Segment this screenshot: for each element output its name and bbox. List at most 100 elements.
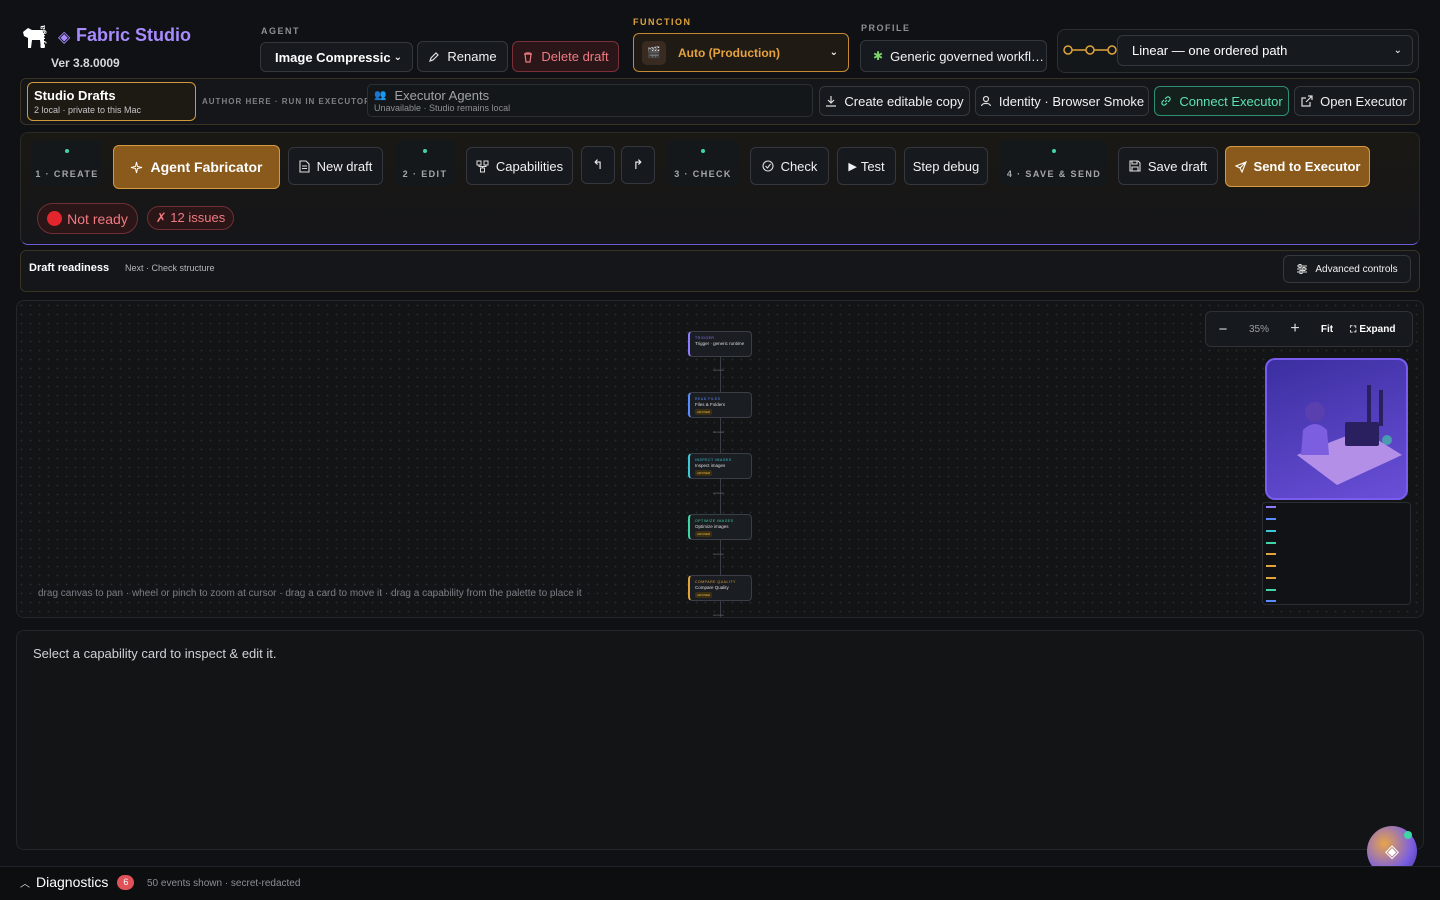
delete-draft-label: Delete draft [541,49,609,64]
step-save-label: 4 · SAVE & SEND [1000,140,1108,186]
node-tag: ADVISED [695,470,713,476]
studio-drafts-card[interactable]: Studio Drafts 2 local · private to this … [27,82,196,121]
delete-draft-button[interactable]: Delete draft [512,41,619,72]
flow-node-optimize[interactable]: OPTIMIZE IMAGES Optimize images ADVISED [688,514,752,540]
diagnostics-label: Diagnostics [36,874,109,890]
zoom-level: 35% [1248,323,1269,335]
agent-select[interactable]: Image Compressic ⌄ [260,42,413,72]
save-draft-button[interactable]: Save draft [1118,147,1218,185]
link-icon [1161,96,1171,106]
diagnostics-toggle[interactable]: ︿ Diagnostics 6 [20,874,135,890]
hierarchy-icon [476,160,489,172]
minimap-mark [1266,542,1276,544]
pencil-icon [429,51,440,62]
send-to-executor-button[interactable]: Send to Executor [1225,146,1370,187]
readiness-next: Next · Check structure [125,263,215,273]
fit-button[interactable]: Fit [1312,324,1342,335]
edge-label: success [713,368,724,372]
step-debug-button[interactable]: Step debug [904,147,988,185]
agent-select-value: Image Compressic [275,49,391,65]
chevron-down-icon: ⌄ [1393,45,1402,56]
identity-label: Identity · Browser Smoke [998,93,1145,109]
zoom-out-icon[interactable]: − [1206,321,1240,338]
flow-node-inspect[interactable]: INSPECT IMAGES Inspect images ADVISED [688,453,752,479]
app-name: Fabric Studio [76,25,192,45]
step-create-label: 1 · CREATE [32,140,102,186]
advanced-controls-label: Advanced controls [1315,263,1398,275]
profile-label: PROFILE [861,23,911,33]
function-select[interactable]: 🎬 Auto (Production) ⌄ [633,33,849,72]
executor-agents-title: Executor Agents [394,88,490,103]
step-dot [65,149,69,153]
node-title: Optimize images [695,524,729,529]
open-executor-button[interactable]: Open Executor [1294,86,1414,116]
events-text: 50 events shown · secret-redacted [147,878,301,889]
minimap-mark [1266,600,1276,602]
agent-fabricator-button[interactable]: Agent Fabricator [113,145,280,189]
minimap-mark [1266,589,1276,591]
step-dot [701,149,705,153]
test-button[interactable]: ▶ Test [837,147,896,185]
edge-label: success [713,552,724,556]
connect-label: Connect Executor [1179,93,1283,109]
diagnostics-count-badge: 6 [117,874,135,890]
online-dot-icon [1404,831,1412,839]
puzzle-icon: ✱ [873,49,884,63]
send-icon [1234,160,1247,173]
check-circle-icon [762,160,774,172]
step-check-label: 3 · CHECK [666,140,740,186]
advanced-controls-button[interactable]: Advanced controls [1283,255,1411,283]
assistant-illustration [1265,358,1408,500]
rename-label: Rename [447,49,497,64]
version-text: Ver 3.8.0009 [51,56,120,70]
node-tag: ADVISED [695,409,713,415]
step-edit-text: 2 · EDIT [402,169,448,179]
studio-drafts-sub: 2 local · private to this Mac [34,105,142,115]
agent-fabricator-label: Agent Fabricator [150,159,263,175]
connect-executor-button[interactable]: Connect Executor [1154,86,1289,116]
flow-node-compare[interactable]: COMPARE QUALITY Compare Quality ADVISED [688,575,752,601]
flow-canvas[interactable]: TRIGGER Trigger · generic runtime succes… [16,300,1424,618]
issues-badge[interactable]: ✗ 12 issues [147,206,234,230]
linear-path-icon [1063,43,1117,60]
undo-button[interactable]: ↰ [581,146,615,184]
path-select[interactable]: Linear — one ordered path ⌄ [1117,35,1413,66]
red-dot-icon [47,211,63,226]
user-icon [980,95,991,107]
step-dot [423,149,427,153]
minimap-mark [1266,577,1276,579]
save-draft-label: Save draft [1147,158,1208,174]
capabilities-button[interactable]: Capabilities [466,147,573,185]
expand-button[interactable]: ⛶ Expand [1350,324,1395,335]
redo-button[interactable]: ↱ [621,146,655,184]
expand-icon: ⛶ [1350,323,1357,334]
check-button[interactable]: Check [750,147,829,185]
node-title: Inspect images [695,463,726,468]
create-editable-copy-button[interactable]: Create editable copy [819,86,970,116]
executor-agents-card: 👥 Executor Agents Unavailable · Studio r… [367,84,813,117]
flow-node-trigger[interactable]: TRIGGER Trigger · generic runtime [688,331,752,357]
minimap-mark [1266,565,1276,567]
minimap-mark [1266,506,1276,508]
flow-edge [720,357,721,392]
edge-label: success [713,491,724,495]
node-tag: ADVISED [695,531,713,537]
step-check-text: 3 · CHECK [674,169,732,179]
identity-button[interactable]: Identity · Browser Smoke [975,86,1149,116]
flow-edge [720,540,721,575]
minimap-mark [1266,553,1276,555]
profile-select[interactable]: ✱ Generic governed workfl… [860,40,1047,72]
node-tag: ADVISED [695,592,713,598]
step-dot [1052,149,1056,153]
create-copy-label: Create editable copy [844,93,964,109]
profile-value: Generic governed workfl… [890,48,1044,64]
new-draft-button[interactable]: New draft [288,147,383,185]
minimap[interactable] [1262,502,1411,605]
clapper-icon: 🎬 [642,40,666,65]
rename-button[interactable]: Rename [417,41,508,72]
not-ready-badge: Not ready [37,203,138,234]
node-title: Compare Quality [695,585,729,590]
zoom-in-icon[interactable]: + [1278,320,1312,338]
author-note: AUTHOR HERE · RUN IN EXECUTOR [202,97,371,106]
flow-node-files[interactable]: READ FILES Files & Folders ADVISED [688,392,752,418]
